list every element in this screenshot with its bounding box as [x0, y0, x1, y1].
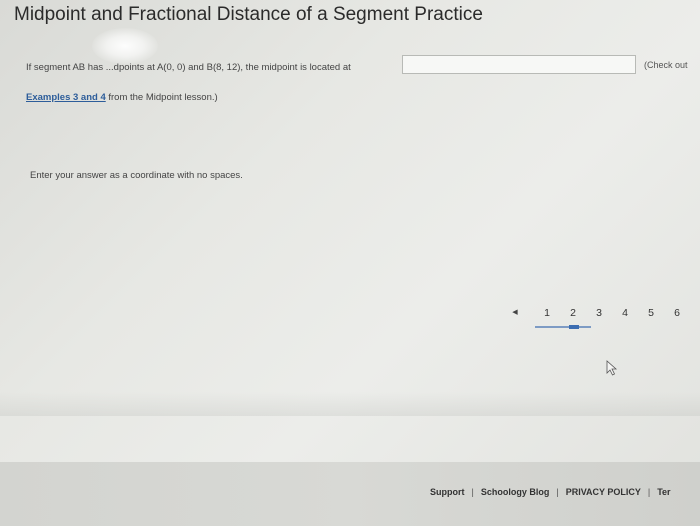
footer-separator: | — [471, 487, 474, 497]
page-2-button[interactable]: 2 — [565, 305, 581, 321]
footer-support-link[interactable]: Support — [430, 487, 465, 497]
footer-terms-link[interactable]: Ter — [657, 487, 670, 497]
midpoint-answer-input[interactable] — [402, 55, 636, 74]
footer-separator: | — [647, 487, 651, 497]
page-5-button[interactable]: 5 — [643, 305, 659, 321]
question-pagination: ◀ 1 2 3 4 5 6 — [505, 305, 700, 329]
footer-separator: | — [556, 487, 559, 497]
pagination-underline — [535, 326, 591, 328]
question-text: If segment AB has ...dpoints at A(0, 0) … — [26, 62, 351, 73]
screen-shadow-band — [0, 392, 700, 416]
current-page-indicator — [569, 325, 579, 329]
page-4-button[interactable]: 4 — [617, 305, 633, 321]
examples-rest-text: from the Midpoint lesson.) — [105, 92, 218, 103]
check-out-text: (Check out — [644, 60, 688, 70]
page-6-button[interactable]: 6 — [669, 305, 685, 321]
footer-schoology-blog-link[interactable]: Schoology Blog — [481, 487, 550, 497]
footer-links: Support | Schoology Blog | PRIVACY POLICY | Te… — [430, 487, 671, 497]
page-title: Midpoint and Fractional Distance of a Se… — [14, 4, 483, 25]
mouse-cursor-icon — [606, 360, 618, 376]
examples-link[interactable]: Examples 3 and 4 — [26, 92, 106, 103]
page-1-button[interactable]: 1 — [539, 305, 555, 321]
instruction-text: Enter your answer as a coordinate with n… — [30, 170, 243, 181]
page-3-button[interactable]: 3 — [591, 305, 607, 321]
footer-privacy-policy-link[interactable]: PRIVACY POLICY — [566, 487, 641, 497]
previous-page-icon[interactable]: ◀ — [507, 305, 523, 321]
screen-glare — [92, 28, 158, 64]
examples-line: Examples 3 and 4 from the Midpoint lesso… — [26, 92, 218, 103]
